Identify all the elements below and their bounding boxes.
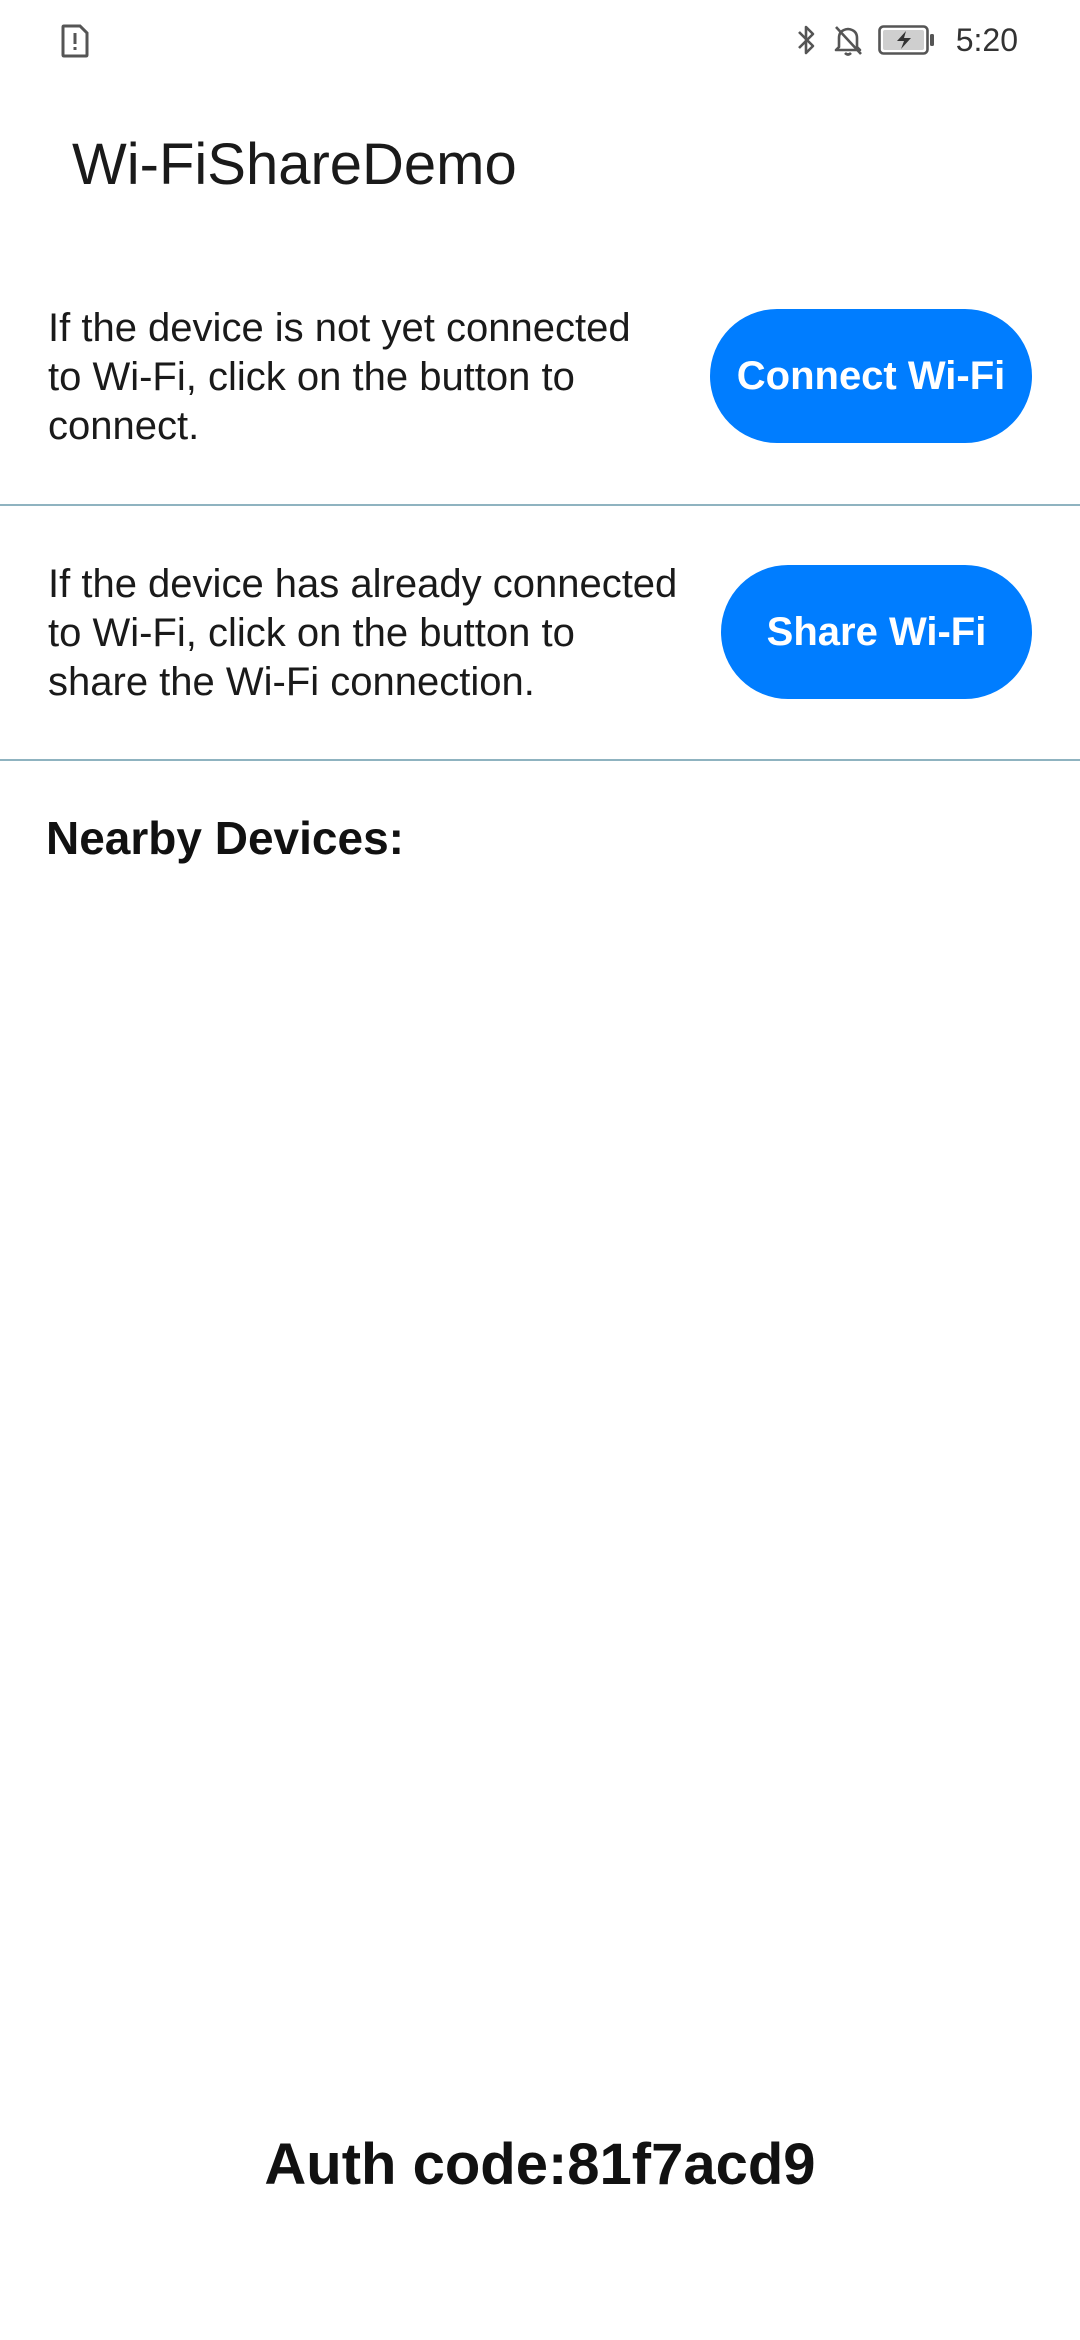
notifications-off-icon bbox=[834, 26, 862, 56]
status-time: 5:20 bbox=[955, 21, 1018, 58]
connect-instructions: If the device is not yet connected to Wi… bbox=[48, 304, 631, 451]
share-instructions-line-2: to Wi-Fi, click on the button to bbox=[48, 611, 575, 655]
nearby-devices-title: Nearby Devices: bbox=[46, 812, 404, 864]
status-icons: 5:20 bbox=[796, 18, 1018, 62]
share-wifi-button[interactable]: Share Wi-Fi bbox=[721, 565, 1032, 699]
section-divider-1 bbox=[0, 504, 1080, 506]
auth-code: Auth code:81f7acd9 bbox=[264, 2132, 816, 2197]
connect-section: If the device is not yet connected to Wi… bbox=[0, 300, 1080, 505]
share-instructions: If the device has already connected to W… bbox=[48, 560, 677, 707]
connect-instructions-line-2: to Wi-Fi, click on the button to bbox=[48, 355, 575, 399]
connect-wifi-button[interactable]: Connect Wi-Fi bbox=[710, 309, 1032, 443]
share-instructions-line-3: share the Wi-Fi connection. bbox=[48, 660, 535, 704]
battery-charging-icon bbox=[877, 25, 934, 55]
connect-instructions-line-1: If the device is not yet connected bbox=[48, 306, 631, 350]
sim-alert-icon bbox=[61, 24, 89, 58]
share-instructions-line-1: If the device has already connected bbox=[48, 562, 678, 606]
section-divider-2 bbox=[0, 759, 1080, 761]
bluetooth-icon bbox=[797, 25, 815, 55]
status-bar: 5:20 bbox=[0, 0, 1080, 80]
app-title: Wi-FiShareDemo bbox=[72, 132, 517, 197]
nearby-devices-list bbox=[46, 890, 1034, 2070]
connect-instructions-line-3: connect. bbox=[48, 404, 200, 448]
share-section: If the device has already connected to W… bbox=[0, 556, 1080, 760]
